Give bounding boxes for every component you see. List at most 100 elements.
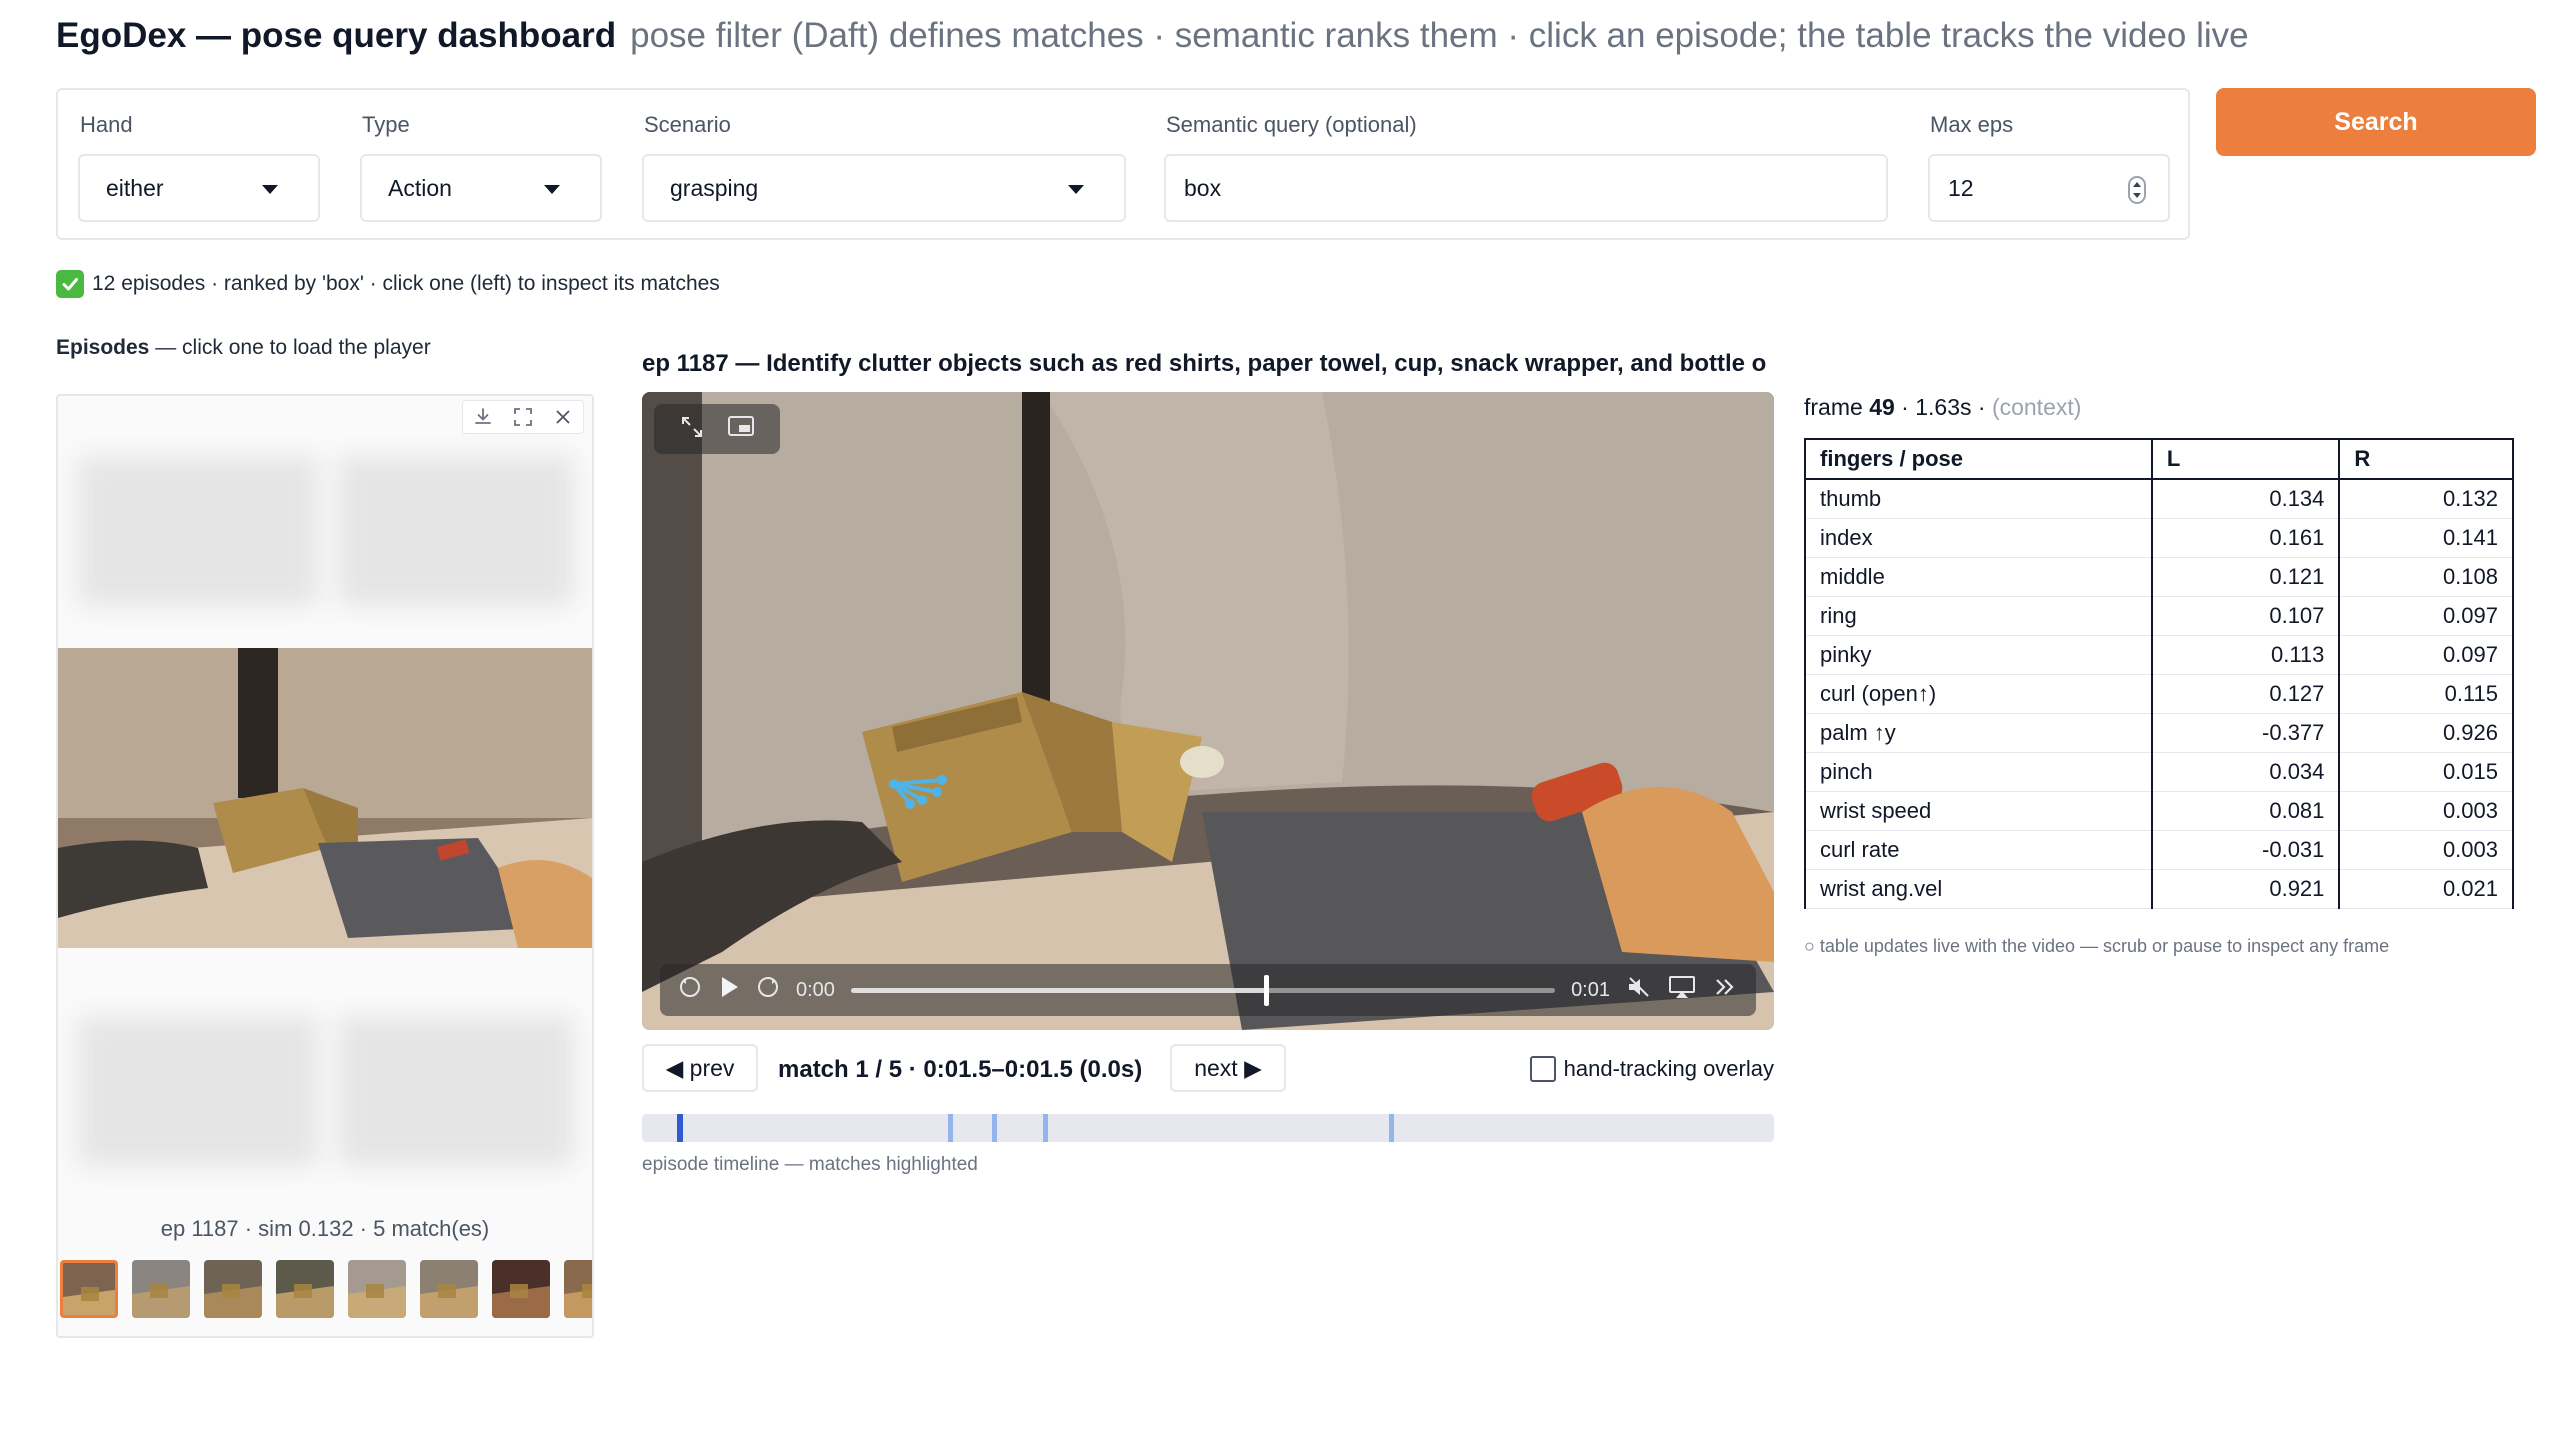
episode-thumbnail[interactable] (564, 1260, 592, 1318)
table-row: palm ↑y -0.377 0.926 (1804, 713, 2514, 753)
chevron-down-icon (262, 185, 278, 194)
airplay-icon[interactable] (1668, 975, 1696, 1005)
timeline-match-marker[interactable] (1389, 1114, 1395, 1142)
episodes-label-rest: — click one to load the player (155, 336, 431, 359)
fullscreen-icon[interactable] (503, 401, 543, 433)
timeline-match-marker[interactable] (1042, 1114, 1048, 1142)
forward-15-icon[interactable] (756, 975, 780, 1005)
frame-time: · 1.63s · (1901, 394, 1986, 420)
table-header: fingers / pose (1804, 438, 2153, 480)
status-text: 12 episodes · ranked by 'box' · click on… (92, 272, 720, 295)
frame-context: (context) (1991, 394, 2082, 420)
left-value: 0.121 (2150, 557, 2341, 597)
timeline-match-marker[interactable] (947, 1114, 953, 1142)
page-subtitle: pose filter (Daft) defines matches · sem… (630, 16, 2249, 55)
blurred-thumbnail (338, 1016, 574, 1166)
right-value: 0.003 (2338, 830, 2514, 870)
video-frame (642, 392, 1774, 1030)
right-value: 0.108 (2338, 557, 2514, 597)
search-button[interactable]: Search (2216, 88, 2536, 156)
max-eps-stepper[interactable]: 12 (1928, 154, 2170, 222)
picture-in-picture-icon[interactable] (727, 415, 755, 444)
table-row: pinch 0.034 0.015 (1804, 752, 2514, 792)
table-header: R (2338, 438, 2514, 480)
episode-gallery[interactable]: ep 1187 · sim 0.132 · 5 match(es) (56, 394, 594, 1338)
hand-tracking-checkbox[interactable] (1529, 1056, 1556, 1082)
scenario-label: Scenario (644, 112, 731, 137)
rewind-15-icon[interactable] (678, 975, 702, 1005)
close-icon[interactable] (543, 401, 583, 433)
hand-select-value: either (106, 174, 164, 201)
semantic-query-input[interactable] (1164, 154, 1888, 222)
current-time: 0:00 (796, 978, 835, 1001)
episode-thumbnail[interactable] (492, 1260, 550, 1318)
chevron-down-icon (1068, 185, 1084, 194)
play-icon[interactable] (718, 975, 740, 1005)
right-value: 0.141 (2338, 518, 2514, 558)
chevron-down-icon (544, 185, 560, 194)
gallery-toolbar (462, 400, 584, 434)
download-icon[interactable] (463, 401, 503, 433)
row-label: palm ↑y (1804, 713, 2153, 753)
mute-icon[interactable] (1626, 975, 1652, 1005)
duration: 0:01 (1571, 978, 1610, 1001)
row-label: wrist ang.vel (1804, 869, 2153, 909)
left-value: 0.161 (2150, 518, 2341, 558)
thumbnail-strip (58, 1260, 592, 1320)
right-value: 0.015 (2338, 752, 2514, 792)
page-title: EgoDex — pose query dashboard (56, 16, 617, 55)
selected-episode-thumbnail[interactable] (58, 648, 592, 948)
table-row: wrist ang.vel 0.921 0.021 (1804, 869, 2514, 909)
query-controls: Hand either Type Action Scenario graspin… (56, 88, 2190, 240)
table-note: ○ table updates live with the video — sc… (1804, 936, 2390, 956)
episode-thumbnail[interactable] (420, 1260, 478, 1318)
episode-timeline[interactable] (642, 1114, 1774, 1142)
prev-match-button[interactable]: ◀ prev (642, 1044, 758, 1092)
row-label: wrist speed (1804, 791, 2153, 831)
type-select[interactable]: Action (360, 154, 602, 222)
right-value: 0.021 (2338, 869, 2514, 909)
left-value: 0.921 (2150, 869, 2341, 909)
episode-thumbnail[interactable] (132, 1260, 190, 1318)
table-row: middle 0.121 0.108 (1804, 557, 2514, 597)
left-value: 0.081 (2150, 791, 2341, 831)
table-row: thumb 0.134 0.132 (1804, 479, 2514, 519)
right-value: 0.115 (2338, 674, 2514, 714)
left-value: 0.034 (2150, 752, 2341, 792)
table-row: index 0.161 0.141 (1804, 518, 2514, 558)
frame-info: frame 49 · 1.63s · (context) (1804, 394, 2081, 421)
type-select-value: Action (388, 174, 452, 201)
episode-thumbnail[interactable] (204, 1260, 262, 1318)
semantic-query-label: Semantic query (optional) (1166, 112, 1417, 137)
status-message: 12 episodes · ranked by 'box' · click on… (56, 270, 720, 298)
left-value: -0.031 (2150, 830, 2341, 870)
row-label: index (1804, 518, 2153, 558)
next-match-button[interactable]: next ▶ (1170, 1044, 1286, 1092)
episode-thumbnail[interactable] (276, 1260, 334, 1318)
row-label: curl (open↑) (1804, 674, 2153, 714)
video-scrubber-handle[interactable] (1264, 974, 1270, 1006)
scenario-select[interactable]: grasping (642, 154, 1126, 222)
right-value: 0.097 (2338, 596, 2514, 636)
table-row: curl (open↑) 0.127 0.115 (1804, 674, 2514, 714)
timeline-cursor (677, 1114, 684, 1142)
hand-tracking-toggle[interactable]: hand-tracking overlay (1529, 1056, 1774, 1082)
stepper-arrows-icon[interactable] (2128, 176, 2146, 204)
check-icon (56, 270, 84, 298)
pose-table: fingers / pose L R thumb 0.134 0.132 index… (1804, 438, 2514, 909)
timeline-match-marker[interactable] (991, 1114, 997, 1142)
video-player[interactable]: 0:00 0:01 (642, 392, 1774, 1030)
episode-thumbnail[interactable] (60, 1260, 118, 1318)
hand-select[interactable]: either (78, 154, 320, 222)
table-row: ring 0.107 0.097 (1804, 596, 2514, 636)
left-value: 0.113 (2150, 635, 2341, 675)
video-scrubber[interactable] (850, 974, 1556, 1006)
max-eps-label: Max eps (1930, 112, 2014, 137)
left-value: 0.134 (2150, 479, 2341, 519)
blurred-thumbnail (78, 456, 318, 606)
video-corner-controls (654, 404, 780, 454)
more-options-icon[interactable] (1712, 975, 1738, 1005)
episode-thumbnail[interactable] (348, 1260, 406, 1318)
expand-icon[interactable] (679, 414, 705, 445)
table-row: wrist speed 0.081 0.003 (1804, 791, 2514, 831)
